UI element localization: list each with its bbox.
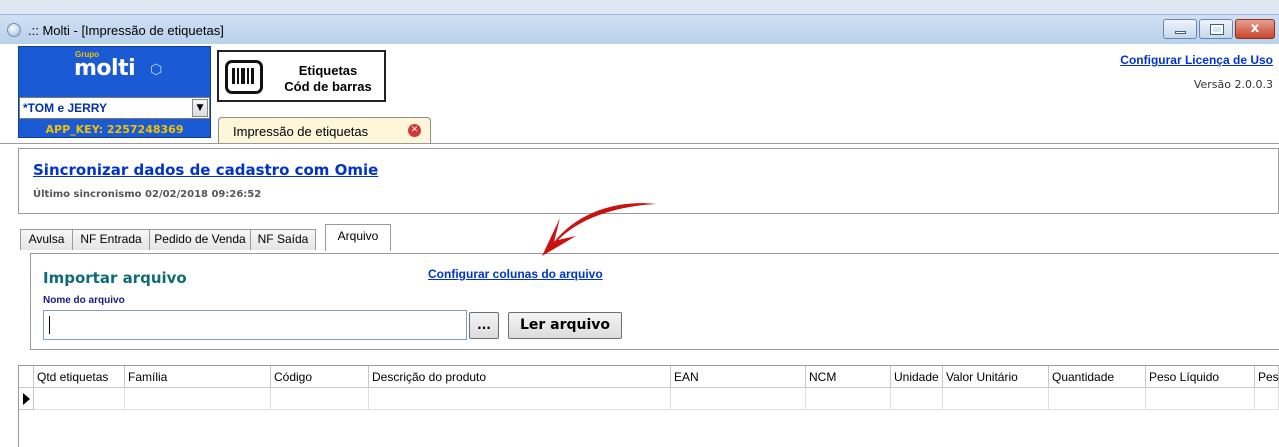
grid-corner bbox=[19, 366, 34, 388]
column-header[interactable]: Pes bbox=[1255, 366, 1279, 388]
column-header[interactable]: Código bbox=[271, 366, 369, 388]
version-label: Versão 2.0.0.3 bbox=[1193, 78, 1273, 91]
grid-cell[interactable] bbox=[891, 388, 943, 410]
last-sync-label: Último sincronismo 02/02/2018 09:26:52 bbox=[33, 189, 262, 200]
file-name-label: Nome do arquivo bbox=[43, 295, 125, 306]
maximize-icon bbox=[1210, 24, 1224, 35]
grid-cell[interactable] bbox=[1146, 388, 1255, 410]
barcode-icon bbox=[225, 60, 263, 94]
grid-cell[interactable] bbox=[125, 388, 271, 410]
maximize-button[interactable] bbox=[1199, 19, 1233, 39]
column-header[interactable]: NCM bbox=[806, 366, 891, 388]
grid-cell[interactable] bbox=[806, 388, 891, 410]
window-titlebar[interactable]: .:: Molti - [Impressão de etiquetas] x bbox=[0, 14, 1279, 44]
tab-arquivo[interactable]: Arquivo bbox=[325, 224, 391, 251]
grid-cell[interactable] bbox=[34, 388, 125, 410]
grid-cell[interactable] bbox=[271, 388, 369, 410]
brand-panel: Grupo molti ⬡ *TOM e JERRY ▼ APP_KEY: 22… bbox=[18, 46, 211, 138]
close-window-button[interactable]: x bbox=[1235, 19, 1275, 39]
annotation-arrow-icon bbox=[542, 203, 656, 256]
column-header[interactable]: Peso Líquido bbox=[1146, 366, 1255, 388]
row-indicator bbox=[19, 388, 34, 410]
column-header[interactable]: Qtd etiquetas bbox=[34, 366, 125, 388]
tab-nf-saida[interactable]: NF Saída bbox=[250, 229, 316, 250]
grid-cell[interactable] bbox=[1049, 388, 1146, 410]
sync-data-link[interactable]: Sincronizar dados de cadastro com Omie bbox=[33, 161, 378, 179]
grid-cell[interactable] bbox=[943, 388, 1049, 410]
desktop-strip bbox=[0, 0, 1279, 14]
text-caret bbox=[49, 316, 50, 334]
product-logo: Etiquetas Cód de barras bbox=[217, 50, 386, 102]
tab-nf-entrada[interactable]: NF Entrada bbox=[72, 229, 150, 250]
product-title-line1: Etiquetas bbox=[298, 63, 358, 78]
column-header[interactable]: Descrição do produto bbox=[369, 366, 671, 388]
app-icon bbox=[7, 23, 21, 37]
close-icon: x bbox=[1250, 21, 1260, 36]
grid-cell[interactable] bbox=[1255, 388, 1279, 410]
tab-pedido-de-venda[interactable]: Pedido de Venda bbox=[149, 229, 251, 250]
grid-cell[interactable] bbox=[671, 388, 806, 410]
tab-avulsa[interactable]: Avulsa bbox=[20, 229, 73, 250]
column-header[interactable]: Valor Unitário bbox=[943, 366, 1049, 388]
column-header[interactable]: Família bbox=[125, 366, 271, 388]
items-grid[interactable]: Qtd etiquetas Família Código Descrição d… bbox=[18, 365, 1279, 447]
browse-file-button[interactable]: ... bbox=[469, 312, 499, 339]
document-tab[interactable]: Impressão de etiquetas ✕ bbox=[218, 117, 431, 144]
column-header[interactable]: Unidade bbox=[891, 366, 943, 388]
column-header[interactable]: EAN bbox=[671, 366, 806, 388]
company-select[interactable]: *TOM e JERRY ▼ bbox=[19, 97, 210, 119]
close-tab-icon[interactable]: ✕ bbox=[408, 124, 421, 137]
header-divider bbox=[0, 143, 1279, 144]
minimize-button[interactable] bbox=[1163, 19, 1197, 39]
file-name-input[interactable] bbox=[43, 310, 467, 340]
import-heading: Importar arquivo bbox=[43, 269, 187, 287]
company-select-value: *TOM e JERRY bbox=[23, 101, 108, 115]
column-header[interactable]: Quantidade bbox=[1049, 366, 1146, 388]
chevron-down-icon[interactable]: ▼ bbox=[192, 99, 208, 117]
document-tab-label: Impressão de etiquetas bbox=[233, 124, 369, 139]
configure-license-link[interactable]: Configurar Licença de Uso bbox=[1120, 53, 1273, 67]
product-title-line2: Cód de barras bbox=[284, 79, 372, 94]
read-file-button[interactable]: Ler arquivo bbox=[508, 312, 622, 339]
brand-logo: molti bbox=[74, 56, 136, 81]
minimize-icon bbox=[1175, 31, 1186, 34]
grid-cell[interactable] bbox=[369, 388, 671, 410]
current-row-icon bbox=[23, 393, 30, 405]
app-key: APP_KEY: 2257248369 bbox=[45, 123, 184, 136]
brand-cube-icon: ⬡ bbox=[150, 62, 163, 78]
window-title: .:: Molti - [Impressão de etiquetas] bbox=[28, 23, 224, 38]
